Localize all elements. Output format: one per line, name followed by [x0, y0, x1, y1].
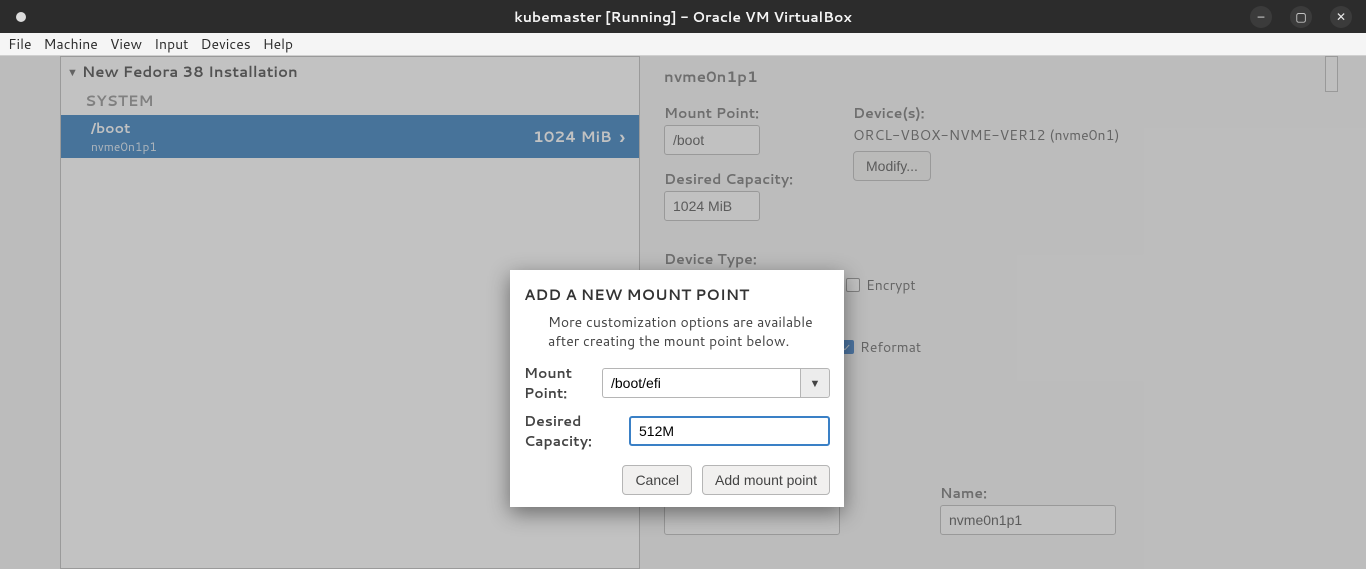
dialog-capacity-input[interactable]	[629, 416, 830, 446]
dialog-title: ADD A NEW MOUNT POINT	[524, 284, 830, 305]
add-mount-point-button[interactable]: Add mount point	[702, 465, 830, 495]
menu-view[interactable]: View	[110, 34, 142, 54]
dialog-mount-label: Mount Point:	[524, 363, 592, 403]
menu-file[interactable]: File	[8, 34, 32, 54]
minimize-button[interactable]: –	[1250, 6, 1272, 28]
vm-menubar: File Machine View Input Devices Help	[0, 33, 1366, 56]
dialog-mount-input[interactable]	[602, 368, 800, 398]
close-button[interactable]: ✕	[1330, 6, 1352, 28]
menu-devices[interactable]: Devices	[200, 34, 250, 54]
app-indicator-icon	[16, 12, 26, 22]
dialog-mount-dropdown[interactable]: ▼	[800, 368, 830, 398]
menu-help[interactable]: Help	[263, 34, 293, 54]
add-mount-point-dialog: ADD A NEW MOUNT POINT More customization…	[510, 270, 844, 507]
window-title: kubemaster [Running] - Oracle VM Virtual…	[0, 7, 1366, 27]
maximize-button[interactable]: ▢	[1290, 6, 1312, 28]
dialog-description: More customization options are available…	[548, 313, 830, 351]
scrollbar-thumb[interactable]	[1325, 56, 1338, 92]
dialog-capacity-label: Desired Capacity:	[524, 411, 619, 451]
cancel-button[interactable]: Cancel	[622, 465, 692, 495]
window-titlebar: kubemaster [Running] - Oracle VM Virtual…	[0, 0, 1366, 33]
menu-input[interactable]: Input	[154, 34, 188, 54]
menu-machine[interactable]: Machine	[44, 34, 98, 54]
